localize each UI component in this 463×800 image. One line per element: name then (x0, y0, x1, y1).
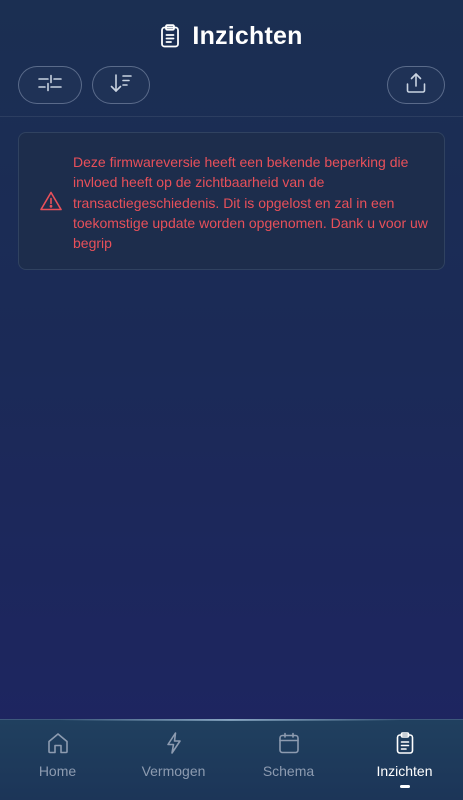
tab-label: Schema (262, 763, 315, 779)
tab-label: Vermogen (141, 763, 206, 779)
sliders-icon (37, 73, 63, 98)
home-icon (46, 731, 70, 755)
header-divider (0, 116, 463, 117)
warning-card: Deze firmwareversie heeft een bekende be… (18, 132, 445, 270)
lightning-icon (162, 731, 186, 755)
clipboard-icon (160, 24, 180, 48)
clipboard-icon (393, 731, 417, 755)
sort-button[interactable] (92, 66, 150, 104)
upload-icon (404, 71, 428, 100)
tab-vermogen[interactable]: Vermogen (116, 720, 231, 800)
header: Inzichten (0, 0, 463, 110)
share-button[interactable] (387, 66, 445, 104)
tab-bar: Home Vermogen Schema Inzichten (0, 719, 463, 800)
sort-descending-icon (108, 72, 134, 99)
tab-label: Inzichten (376, 763, 433, 779)
tab-schema[interactable]: Schema (231, 720, 346, 800)
calendar-icon (277, 731, 301, 755)
tab-label: Home (38, 763, 77, 779)
filter-button[interactable] (18, 66, 82, 104)
warning-message: Deze firmwareversie heeft een bekende be… (73, 154, 428, 252)
tab-inzichten[interactable]: Inzichten (347, 720, 462, 800)
warning-triangle-icon (40, 191, 62, 211)
active-tab-indicator (399, 785, 410, 788)
title-row: Inzichten (0, 18, 463, 54)
tab-home[interactable]: Home (0, 720, 115, 800)
page-title: Inzichten (192, 21, 303, 50)
